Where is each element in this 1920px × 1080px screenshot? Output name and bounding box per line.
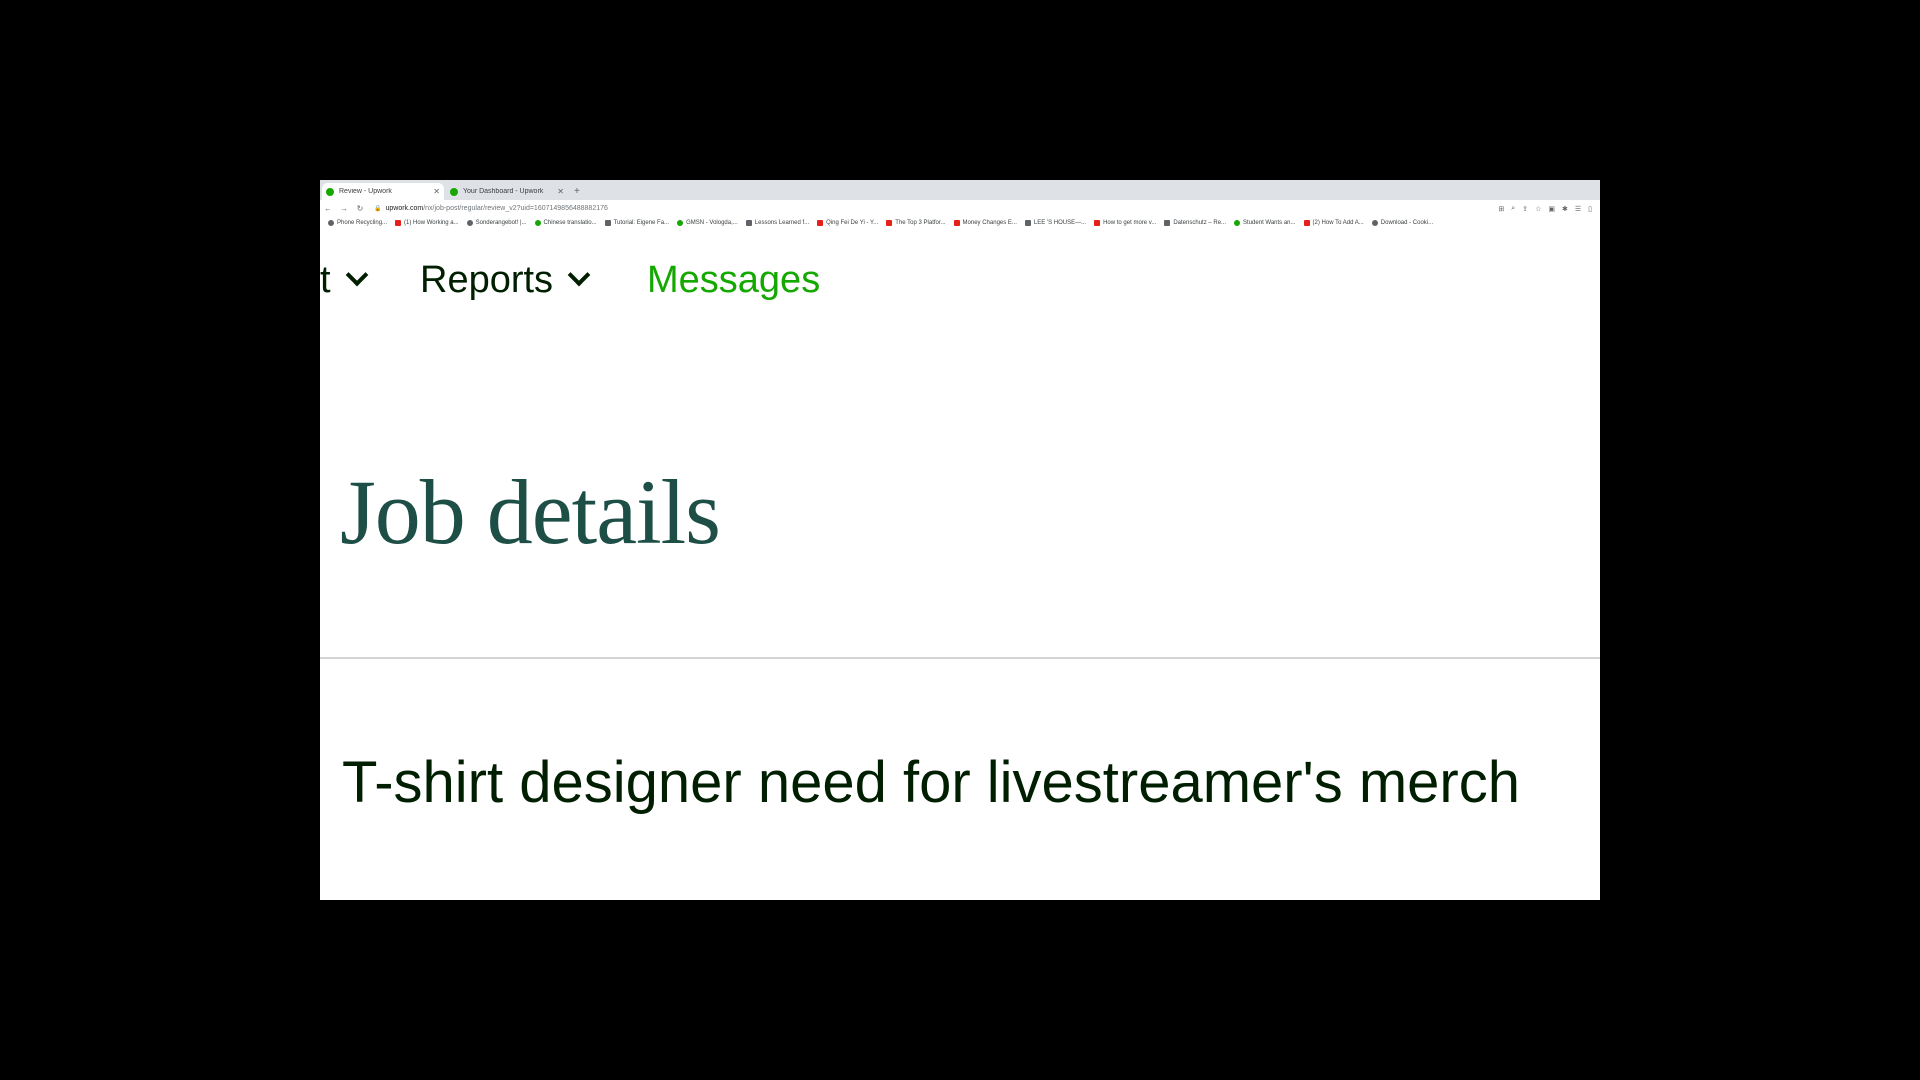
browser-window: Review - Upwork ✕ Your Dashboard - Upwor… — [320, 180, 1600, 900]
site-favicon-icon — [534, 220, 541, 226]
chevron-down-icon — [567, 263, 591, 286]
nav-item-label: Reports — [420, 259, 554, 301]
site-favicon-icon — [677, 220, 684, 226]
bookmarks-bar: Phone Recycling... (1) How Working a... … — [320, 217, 1600, 229]
bookmark-item[interactable]: Chinese translatio... — [534, 220, 597, 226]
url-path: /nx/job-post/regular/review_v2?uid=16071… — [423, 205, 608, 212]
address-bar[interactable]: 🔒 upwork.com /nx/job-post/regular/review… — [374, 202, 1492, 215]
bookmark-item[interactable]: Datenschutz – Re... — [1164, 220, 1226, 226]
bookmark-item[interactable]: (1) How Working a... — [395, 220, 459, 226]
bookmark-item[interactable]: Student Wants an... — [1234, 220, 1296, 226]
extension-icon[interactable]: ▣ — [1548, 205, 1555, 213]
warning-icon — [1024, 220, 1031, 226]
tab-review-upwork[interactable]: Review - Upwork ✕ — [322, 183, 444, 200]
youtube-icon — [817, 220, 824, 226]
youtube-icon — [1303, 220, 1310, 226]
site-favicon-icon — [1371, 220, 1378, 226]
bookmark-item[interactable]: Qing Fei De Yi - Y... — [817, 220, 878, 226]
bookmark-item[interactable]: GMSN - Vologda,... — [677, 220, 738, 226]
back-icon[interactable]: ← — [320, 204, 336, 213]
url-domain: upwork.com — [385, 205, 424, 212]
tab-bar: Review - Upwork ✕ Your Dashboard - Upwor… — [320, 180, 1600, 200]
hash-icon — [604, 220, 611, 226]
site-favicon-icon — [1234, 220, 1241, 226]
upwork-favicon-icon — [326, 187, 334, 196]
nav-item-partial[interactable]: t — [320, 259, 368, 302]
star-icon[interactable]: ☆ — [1535, 205, 1541, 213]
site-favicon-icon — [1164, 220, 1171, 226]
bookmark-item[interactable]: Phone Recycling... — [328, 220, 387, 226]
zoom-icon[interactable]: ⌕ — [1511, 205, 1515, 213]
tab-title: Your Dashboard - Upwork — [463, 188, 544, 195]
site-favicon-icon — [745, 220, 752, 226]
divider — [320, 657, 1600, 659]
puzzle-icon[interactable]: ✱ — [1562, 205, 1568, 213]
bookmark-item[interactable]: Sonderangebot! |... — [466, 220, 527, 226]
browser-toolbar: ← → ↻ 🔒 upwork.com /nx/job-post/regular/… — [320, 200, 1600, 217]
bookmark-item[interactable]: Money Changes E... — [953, 220, 1017, 226]
bookmark-item[interactable]: LEE 'S HOUSE—... — [1024, 220, 1086, 226]
nav-item-label: Messages — [647, 259, 821, 301]
close-icon[interactable]: ✕ — [557, 187, 564, 196]
share-icon[interactable]: ⇪ — [1522, 205, 1528, 213]
reload-icon[interactable]: ↻ — [352, 204, 368, 213]
nav-item-messages[interactable]: Messages — [647, 259, 820, 302]
job-title: T-shirt designer need for livestreamer's… — [342, 750, 1520, 815]
youtube-icon — [953, 220, 960, 226]
bookmark-item[interactable]: The Top 3 Platfor... — [886, 220, 946, 226]
tab-dashboard-upwork[interactable]: Your Dashboard - Upwork ✕ — [446, 183, 568, 200]
youtube-icon — [395, 220, 402, 226]
upwork-favicon-icon — [450, 187, 458, 196]
reading-list-icon[interactable]: ☰ — [1575, 205, 1581, 213]
nav-item-label: t — [320, 259, 331, 301]
youtube-icon — [886, 220, 893, 226]
chevron-down-icon — [345, 263, 368, 286]
page-content: t Reports Messages Job details T-shirt d… — [320, 229, 1600, 900]
bookmark-item[interactable]: Tutorial: Eigene Fa... — [604, 220, 669, 226]
translate-icon[interactable]: ⊞ — [1498, 205, 1504, 213]
new-tab-button[interactable]: + — [574, 186, 580, 197]
tab-title: Review - Upwork — [339, 188, 392, 195]
lock-icon: 🔒 — [374, 206, 382, 212]
toolbar-icons: ⊞ ⌕ ⇪ ☆ ▣ ✱ ☰ ▯ — [1498, 205, 1592, 213]
youtube-icon — [1094, 220, 1101, 226]
bookmark-item[interactable]: Download - Cooki... — [1371, 220, 1433, 226]
bookmark-item[interactable]: (2) How To Add A... — [1303, 220, 1364, 226]
forward-icon[interactable]: → — [336, 204, 352, 213]
bookmark-item[interactable]: How to get more v... — [1094, 220, 1156, 226]
page-title: Job details — [340, 461, 721, 563]
close-icon[interactable]: ✕ — [433, 187, 440, 196]
main-nav: t Reports Messages — [320, 229, 1600, 309]
sidebar-icon[interactable]: ▯ — [1588, 205, 1592, 213]
search-icon — [328, 220, 334, 226]
nav-item-reports[interactable]: Reports — [420, 259, 591, 302]
bookmark-item[interactable]: Lessons Learned f... — [745, 220, 809, 226]
globe-icon — [466, 220, 473, 226]
